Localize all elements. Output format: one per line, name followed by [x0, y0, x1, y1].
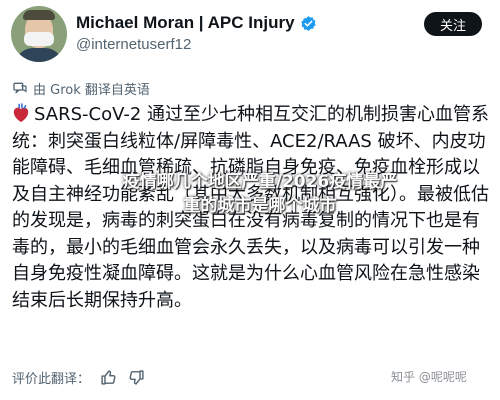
translation-label: 由 Grok 翻译自英语	[33, 82, 150, 98]
thumbs-up-button[interactable]	[98, 367, 118, 387]
thumbs-up-icon	[100, 369, 115, 385]
verified-badge-icon	[300, 15, 316, 31]
overlay-line-1: 疫情哪几个地区严重/2026疫情最严	[122, 172, 398, 192]
rate-translation-label: 评价此翻译：	[12, 371, 91, 387]
thumbs-down-button[interactable]	[126, 367, 146, 387]
follow-button[interactable]: 关注	[424, 12, 482, 36]
overlay-line-2: 重的城市是哪个城市	[183, 196, 337, 216]
anatomical-heart-icon	[13, 103, 29, 122]
thumbs-down-icon	[129, 369, 144, 385]
avatar-mask	[24, 32, 54, 46]
avatar-body	[15, 48, 63, 62]
user-handle[interactable]: @internetuserf12	[76, 36, 191, 53]
headline-overlay: 疫情哪几个地区严重/2026疫情最严 重的城市是哪个城市	[40, 170, 480, 226]
display-name[interactable]: Michael Moran | APC Injury	[76, 13, 295, 33]
avatar[interactable]	[11, 6, 67, 62]
zhihu-watermark: 知乎 @呢呢呢	[391, 370, 467, 384]
translation-notice: 由 Grok 翻译自英语	[12, 79, 150, 98]
name-line: Michael Moran | APC Injury	[76, 12, 317, 34]
translate-icon	[13, 82, 27, 94]
avatar-hair	[23, 10, 55, 20]
tweet-header: Michael Moran | APC Injury @internetuser…	[0, 0, 500, 72]
